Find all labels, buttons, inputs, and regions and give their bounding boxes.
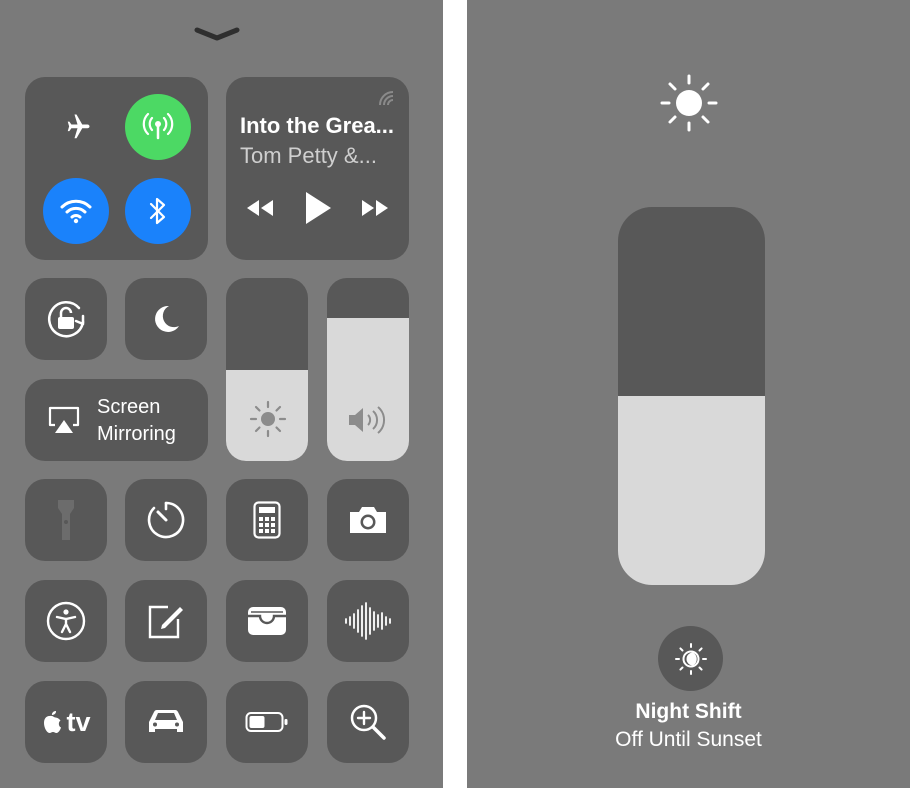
airplay-audio-icon[interactable] <box>378 90 396 111</box>
do-not-disturb-button[interactable] <box>125 278 207 360</box>
moon-icon <box>155 305 179 332</box>
brightness-large-slider[interactable] <box>618 207 765 585</box>
airplane-mode-toggle[interactable] <box>43 94 109 160</box>
accessibility-icon <box>46 601 86 641</box>
flashlight-button[interactable] <box>25 479 107 561</box>
carplay-button[interactable] <box>125 681 207 763</box>
timer-icon <box>147 501 185 539</box>
low-power-icon <box>245 712 288 732</box>
screen-mirroring-label-line1: Screen <box>97 396 161 418</box>
timer-button[interactable] <box>125 479 207 561</box>
wallet-icon <box>248 607 286 635</box>
brightness-detail-panel: Night Shift Off Until Sunset <box>467 0 910 788</box>
play-icon[interactable] <box>303 190 333 231</box>
wifi-toggle[interactable] <box>43 178 109 244</box>
bluetooth-toggle[interactable] <box>125 178 191 244</box>
bluetooth-icon <box>149 197 166 225</box>
airplay-screen-icon <box>47 405 81 440</box>
track-title: Into the Grea... <box>240 113 395 138</box>
apple-tv-icon <box>44 711 62 733</box>
cellular-data-toggle[interactable] <box>125 94 191 160</box>
wifi-icon <box>60 199 92 224</box>
night-shift-icon <box>674 642 707 675</box>
night-shift-status: Off Until Sunset <box>615 728 762 751</box>
orientation-lock-icon <box>47 300 85 338</box>
car-icon <box>149 710 183 732</box>
brightness-slider[interactable] <box>226 278 308 461</box>
screen-mirroring-label-line2: Mirroring <box>97 423 176 445</box>
camera-button[interactable] <box>327 479 409 561</box>
antenna-icon <box>142 112 174 140</box>
connectivity-module <box>25 77 208 260</box>
sun-icon <box>659 73 719 138</box>
screen-mirroring-button[interactable]: Screen Mirroring <box>25 379 208 461</box>
screen-mirroring-label: Screen Mirroring <box>97 394 176 448</box>
calculator-button[interactable] <box>226 479 308 561</box>
voice-memos-button[interactable] <box>327 580 409 662</box>
apple-tv-remote-button[interactable]: tv <box>25 681 107 763</box>
camera-icon <box>350 507 386 533</box>
wallet-button[interactable] <box>226 580 308 662</box>
orientation-lock-button[interactable] <box>25 278 107 360</box>
notes-button[interactable] <box>125 580 207 662</box>
volume-slider[interactable] <box>327 278 409 461</box>
magnifier-icon <box>350 704 386 740</box>
calculator-icon <box>253 501 281 539</box>
chevron-down-icon[interactable] <box>194 24 240 44</box>
accessibility-button[interactable] <box>25 580 107 662</box>
low-power-mode-button[interactable] <box>226 681 308 763</box>
rewind-icon[interactable] <box>244 197 276 224</box>
night-shift-title: Night Shift <box>635 700 742 723</box>
track-artist: Tom Petty &... <box>240 143 377 168</box>
now-playing-module[interactable]: Into the Grea... Tom Petty &... <box>226 77 409 260</box>
sun-icon <box>248 399 288 444</box>
brightness-large-slider-fill <box>618 396 765 585</box>
magnifier-button[interactable] <box>327 681 409 763</box>
voice-memos-icon <box>345 602 391 640</box>
speaker-icon <box>347 405 391 440</box>
flashlight-icon <box>58 500 74 540</box>
notes-icon <box>148 605 183 639</box>
control-center-panel: Into the Grea... Tom Petty &... Screen M… <box>0 0 443 788</box>
fast-forward-icon[interactable] <box>359 197 391 224</box>
apple-tv-label: tv <box>66 706 91 737</box>
night-shift-toggle[interactable] <box>658 626 723 691</box>
airplane-icon <box>67 114 90 139</box>
